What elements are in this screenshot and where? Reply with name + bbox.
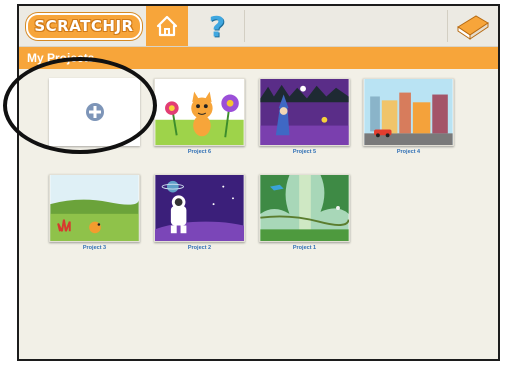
project-tile[interactable]: Project 3: [49, 174, 140, 251]
section-title: My Projects: [27, 51, 95, 65]
new-project-button[interactable]: [49, 78, 140, 146]
project-label: Project 1: [292, 245, 317, 251]
project-thumbnail-jungle[interactable]: [259, 174, 350, 242]
app-window: SCRATCHJR ? My Projects Project 6 Projec…: [17, 4, 500, 361]
project-tile[interactable]: Project 6: [154, 78, 245, 155]
city-street-scene: [364, 79, 453, 145]
book-icon: [457, 15, 489, 40]
jungle-scene: [260, 175, 349, 241]
project-thumbnail-wizard-night[interactable]: [259, 78, 350, 146]
project-label: Project 5: [292, 149, 317, 155]
project-label: Project 2: [187, 245, 212, 251]
astronaut-space-scene: [155, 175, 244, 241]
toolbar-divider: [447, 10, 448, 42]
help-tab[interactable]: ?: [191, 6, 243, 46]
project-tile[interactable]: Project 2: [154, 174, 245, 251]
wizard-night-scene: [260, 79, 349, 145]
project-label: Project 6: [187, 149, 212, 155]
project-tile[interactable]: Project 1: [259, 174, 350, 251]
home-tab[interactable]: [146, 6, 188, 46]
project-thumbnail-farm-bird[interactable]: [49, 174, 140, 242]
project-thumbnail-cat-flowers[interactable]: [154, 78, 245, 146]
cat-flowers-scene: [155, 79, 244, 145]
book-button[interactable]: [454, 10, 492, 42]
project-thumbnail-city-street[interactable]: [363, 78, 454, 146]
project-thumbnail-astronaut-space[interactable]: [154, 174, 245, 242]
scratchjr-logo[interactable]: SCRATCHJR: [26, 13, 142, 40]
project-tile[interactable]: Project 5: [259, 78, 350, 155]
help-icon: ?: [208, 9, 226, 43]
house-icon: [156, 15, 178, 37]
project-label: Project 3: [82, 245, 107, 251]
farm-bird-scene: [50, 175, 139, 241]
project-tile[interactable]: Project 4: [363, 78, 454, 155]
section-header: My Projects: [19, 47, 498, 69]
plus-icon: [85, 103, 104, 121]
project-label: Project 4: [396, 149, 421, 155]
top-bar: SCRATCHJR ?: [19, 6, 498, 47]
toolbar-divider: [244, 10, 245, 42]
